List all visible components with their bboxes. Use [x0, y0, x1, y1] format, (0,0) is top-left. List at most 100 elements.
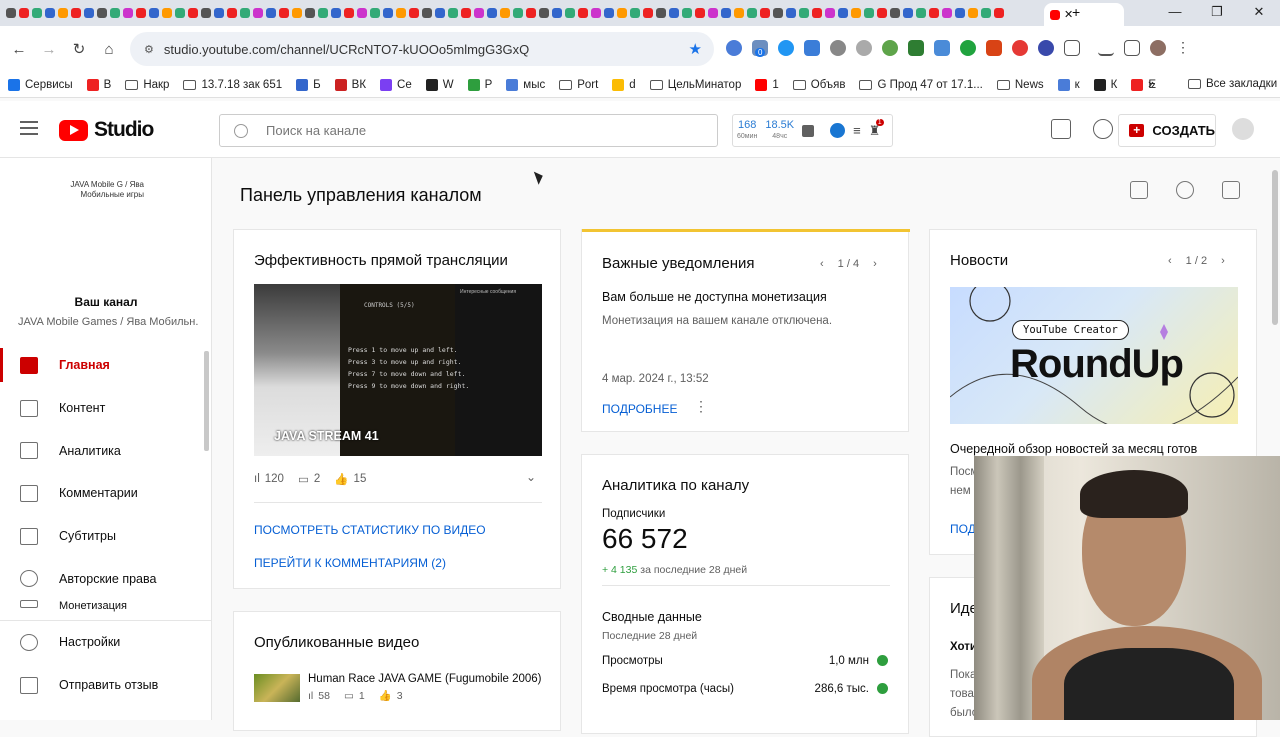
tab-favicon[interactable]	[227, 8, 237, 18]
tab-favicon[interactable]	[292, 8, 302, 18]
tab-favicon[interactable]	[435, 8, 445, 18]
profile-avatar[interactable]	[1150, 40, 1166, 56]
tab-favicon[interactable]	[890, 8, 900, 18]
extension-icon[interactable]	[804, 40, 820, 56]
sidebar-item-copyright[interactable]: Авторские права	[0, 557, 205, 600]
bookmark-item[interactable]: мыс	[506, 78, 545, 91]
tab-favicon[interactable]	[734, 8, 744, 18]
tab-favicon[interactable]	[682, 8, 692, 18]
tab-favicon[interactable]	[396, 8, 406, 18]
bookmark-folder[interactable]: ЦельМинатор	[649, 79, 741, 91]
go-live-icon[interactable]	[1176, 181, 1194, 199]
news-link[interactable]: ПОД	[950, 522, 976, 536]
extension-icon[interactable]	[960, 40, 976, 56]
tab-favicon[interactable]	[422, 8, 432, 18]
reload-icon[interactable]: ↻	[64, 40, 94, 58]
tab-favicon[interactable]	[630, 8, 640, 18]
tab-favicon[interactable]	[344, 8, 354, 18]
tab-favicon[interactable]	[383, 8, 393, 18]
tab-favicon[interactable]	[747, 8, 757, 18]
channel-name[interactable]: JAVA Mobile Games / Ява Мобильн...	[18, 316, 198, 328]
tab-favicon[interactable]	[643, 8, 653, 18]
side-panel-icon[interactable]	[1124, 40, 1140, 56]
back-icon[interactable]: ←	[4, 41, 34, 58]
bookmark-folder[interactable]: G Прод 47 от 17.1...	[859, 79, 983, 91]
tab-favicon[interactable]	[266, 8, 276, 18]
bookmark-item[interactable]: 1	[755, 78, 779, 91]
tab-favicon[interactable]	[19, 8, 29, 18]
tab-favicon[interactable]	[916, 8, 926, 18]
bookmark-item[interactable]: Сервисы	[8, 78, 73, 91]
tab-favicon[interactable]	[604, 8, 614, 18]
sidebar-item-analytics[interactable]: Аналитика	[0, 429, 205, 472]
tab-favicon[interactable]	[214, 8, 224, 18]
extension-icon[interactable]	[726, 40, 742, 56]
tab-favicon[interactable]	[32, 8, 42, 18]
tab-favicon[interactable]	[110, 8, 120, 18]
channel-search[interactable]: Поиск на канале	[219, 114, 718, 147]
site-info-icon[interactable]: ⚙	[144, 43, 154, 56]
bookmark-item[interactable]: В	[86, 78, 111, 91]
chevron-left-icon[interactable]: ‹	[1168, 255, 1172, 267]
tab-favicon[interactable]	[45, 8, 55, 18]
forward-icon[interactable]: →	[34, 41, 64, 58]
active-tab[interactable]: ✕	[1044, 3, 1124, 26]
trophy-icon[interactable]: ♜ 1	[869, 118, 884, 139]
bookmark-item[interactable]: к	[1057, 78, 1080, 91]
tab-favicon[interactable]	[123, 8, 133, 18]
view-stats-link[interactable]: ПОСМОТРЕТЬ СТАТИСТИКУ ПО ВИДЕО	[254, 523, 486, 537]
sidebar-item-monetization[interactable]: Монетизация	[0, 600, 205, 618]
bookmark-item[interactable]: К	[1093, 78, 1117, 91]
tab-favicon[interactable]	[552, 8, 562, 18]
tab-favicon[interactable]	[656, 8, 666, 18]
sidebar-item-feedback[interactable]: Отправить отзыв	[0, 664, 212, 707]
tab-favicon[interactable]	[578, 8, 588, 18]
chevron-right-icon[interactable]: ›	[1221, 255, 1225, 267]
tab-strip[interactable]	[6, 8, 1046, 18]
tab-favicon[interactable]	[6, 8, 16, 18]
tab-favicon[interactable]	[877, 8, 887, 18]
adblock-icon[interactable]	[856, 40, 872, 56]
studio-logo[interactable]: Studio	[59, 118, 154, 142]
channel-avatar[interactable]: JAVA Mobile G / Ява Мобильные игры	[62, 180, 144, 240]
tab-favicon[interactable]	[149, 8, 159, 18]
tab-favicon[interactable]	[136, 8, 146, 18]
bookmark-star-icon[interactable]: ★	[689, 40, 702, 58]
news-image[interactable]: YouTube Creator RoundUp	[950, 287, 1238, 424]
browser-menu-icon[interactable]: ⋮	[1176, 40, 1192, 56]
chevron-down-icon[interactable]: ⌄	[526, 470, 536, 484]
tab-favicon[interactable]	[461, 8, 471, 18]
bookmark-item[interactable]: Се	[380, 78, 412, 91]
media-icon[interactable]	[1098, 40, 1114, 56]
menu-icon[interactable]	[20, 121, 38, 135]
help-icon[interactable]	[1093, 119, 1113, 139]
bookmark-folder[interactable]: 13.7.18 зак 651	[183, 79, 282, 91]
extension-icon[interactable]	[1038, 40, 1054, 56]
tab-favicon[interactable]	[864, 8, 874, 18]
video-title[interactable]: Human Race JAVA GAME (Fugumobile 2006)	[308, 673, 542, 685]
close-window-icon[interactable]: ✕	[1238, 0, 1280, 26]
more-details-link[interactable]: ПОДРОБНЕЕ	[602, 402, 677, 416]
bookmark-item[interactable]: ВК	[334, 78, 366, 91]
extension-icon[interactable]	[986, 40, 1002, 56]
extensions-puzzle-icon[interactable]	[1064, 40, 1080, 56]
new-tab-icon[interactable]: +	[1072, 4, 1080, 20]
sidebar-item-dashboard[interactable]: Главная	[0, 344, 205, 387]
extension-icon[interactable]	[882, 40, 898, 56]
tab-favicon[interactable]	[84, 8, 94, 18]
list-icon[interactable]: ≡	[853, 123, 861, 138]
tab-favicon[interactable]	[487, 8, 497, 18]
tab-favicon[interactable]	[760, 8, 770, 18]
extension-icon[interactable]	[934, 40, 950, 56]
address-bar[interactable]: ⚙ studio.youtube.com/channel/UCRcNTO7-kU…	[130, 32, 714, 66]
tab-favicon[interactable]	[409, 8, 419, 18]
stream-thumbnail[interactable]: CONTROLS (5/5) Press 1 to move up and le…	[254, 284, 542, 456]
news-headline[interactable]: Очередной обзор новостей за месяц готов	[950, 442, 1197, 456]
tab-favicon[interactable]	[786, 8, 796, 18]
tab-favicon[interactable]	[474, 8, 484, 18]
minimize-icon[interactable]: —	[1154, 0, 1196, 26]
tab-favicon[interactable]	[799, 8, 809, 18]
chart-icon[interactable]	[802, 124, 815, 137]
page-scrollbar[interactable]	[1272, 170, 1278, 325]
messages-icon[interactable]	[1051, 119, 1071, 139]
